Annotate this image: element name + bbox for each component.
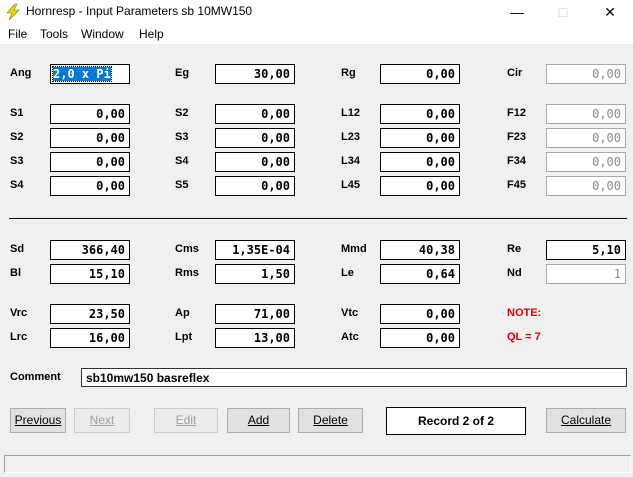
ql-note: QL = 7 xyxy=(507,331,541,343)
label-atc: Atc xyxy=(341,331,359,343)
label-sd: Sd xyxy=(10,243,25,255)
label-vrc: Vrc xyxy=(10,307,28,319)
label-cms: Cms xyxy=(175,243,199,255)
vrc-field[interactable]: 23,50 xyxy=(50,304,130,324)
f34-field: 0,00 xyxy=(546,152,626,172)
f23-field: 0,00 xyxy=(546,128,626,148)
label-rg: Rg xyxy=(341,67,356,79)
previous-button[interactable]: Previous xyxy=(10,408,66,433)
label-f12: F12 xyxy=(507,107,526,119)
label-f23: F23 xyxy=(507,131,526,143)
menu-tools[interactable]: Tools xyxy=(40,27,68,41)
section-divider xyxy=(9,218,627,220)
menu-file[interactable]: File xyxy=(8,27,27,41)
label-s4: S4 xyxy=(175,155,189,167)
lpt-field[interactable]: 13,00 xyxy=(215,328,295,348)
label-mmd: Mmd xyxy=(341,243,367,255)
label-lrc: Lrc xyxy=(10,331,28,343)
vtc-field[interactable]: 0,00 xyxy=(380,304,460,324)
s1-field[interactable]: 0,00 xyxy=(50,104,130,124)
label-lpt: Lpt xyxy=(175,331,193,343)
calculate-button[interactable]: Calculate xyxy=(546,408,626,433)
rg-field[interactable]: 0,00 xyxy=(380,64,460,84)
next-button: Next xyxy=(74,408,130,433)
s4-field[interactable]: 0,00 xyxy=(215,152,295,172)
ap-field[interactable]: 71,00 xyxy=(215,304,295,324)
cms-field[interactable]: 1,35E-04 xyxy=(215,240,295,260)
label-nd: Nd xyxy=(507,267,522,279)
s2-left-field[interactable]: 0,00 xyxy=(50,128,130,148)
label-s3-left: S3 xyxy=(10,155,24,167)
lightning-bolt-icon xyxy=(6,3,20,21)
eg-field[interactable]: 30,00 xyxy=(215,64,295,84)
comment-input[interactable]: sb10mw150 basreflex xyxy=(81,368,627,387)
close-button[interactable]: ✕ xyxy=(587,0,633,24)
f12-field: 0,00 xyxy=(546,104,626,124)
minimize-button[interactable]: — xyxy=(494,0,540,24)
window-title: Hornresp - Input Parameters sb 10MW150 xyxy=(26,4,253,18)
label-s3: S3 xyxy=(175,131,189,143)
f45-field: 0,00 xyxy=(546,176,626,196)
label-bl: Bl xyxy=(10,267,21,279)
label-l23: L23 xyxy=(341,131,360,143)
label-ap: Ap xyxy=(175,307,190,319)
label-s2-left: S2 xyxy=(10,131,24,143)
s4-left-field[interactable]: 0,00 xyxy=(50,176,130,196)
label-re: Re xyxy=(507,243,522,255)
l12-field[interactable]: 0,00 xyxy=(380,104,460,124)
rms-field[interactable]: 1,50 xyxy=(215,264,295,284)
mmd-field[interactable]: 40,38 xyxy=(380,240,460,260)
menu-help[interactable]: Help xyxy=(139,27,164,41)
ang-field[interactable]: 2,0 x Pi xyxy=(50,64,130,84)
label-f34: F34 xyxy=(507,155,526,167)
label-ang: Ang xyxy=(10,67,32,79)
label-s2: S2 xyxy=(175,107,189,119)
label-le: Le xyxy=(341,267,354,279)
le-field[interactable]: 0,64 xyxy=(380,264,460,284)
add-button[interactable]: Add xyxy=(227,408,290,433)
label-s1: S1 xyxy=(10,107,24,119)
re-field[interactable]: 5,10 xyxy=(546,240,626,260)
s5-field[interactable]: 0,00 xyxy=(215,176,295,196)
lrc-field[interactable]: 16,00 xyxy=(50,328,130,348)
cir-field: 0,00 xyxy=(546,64,626,84)
label-s4-left: S4 xyxy=(10,179,24,191)
label-l45: L45 xyxy=(341,179,360,191)
l23-field[interactable]: 0,00 xyxy=(380,128,460,148)
title-bar: Hornresp - Input Parameters sb 10MW150 —… xyxy=(0,0,633,24)
bl-field[interactable]: 15,10 xyxy=(50,264,130,284)
label-cir: Cir xyxy=(507,67,523,79)
label-eg: Eg xyxy=(175,67,190,79)
label-rms: Rms xyxy=(175,267,199,279)
note-label: NOTE: xyxy=(507,307,542,319)
comment-label: Comment xyxy=(10,371,61,383)
label-vtc: Vtc xyxy=(341,307,359,319)
edit-button: Edit xyxy=(154,408,218,433)
nd-field: 1 xyxy=(546,264,626,284)
label-s5: S5 xyxy=(175,179,189,191)
s3-field[interactable]: 0,00 xyxy=(215,128,295,148)
s3-left-field[interactable]: 0,00 xyxy=(50,152,130,172)
sd-field[interactable]: 366,40 xyxy=(50,240,130,260)
status-bar xyxy=(4,455,631,473)
menu-window[interactable]: Window xyxy=(81,27,124,41)
delete-button[interactable]: Delete xyxy=(298,408,363,433)
atc-field[interactable]: 0,00 xyxy=(380,328,460,348)
l45-field[interactable]: 0,00 xyxy=(380,176,460,196)
label-f45: F45 xyxy=(507,179,526,191)
label-l12: L12 xyxy=(341,107,360,119)
s2-field[interactable]: 0,00 xyxy=(215,104,295,124)
maximize-button: □ xyxy=(558,4,568,20)
label-l34: L34 xyxy=(341,155,360,167)
l34-field[interactable]: 0,00 xyxy=(380,152,460,172)
record-indicator: Record 2 of 2 xyxy=(386,407,526,435)
menu-bar: File Tools Window Help xyxy=(0,24,633,44)
